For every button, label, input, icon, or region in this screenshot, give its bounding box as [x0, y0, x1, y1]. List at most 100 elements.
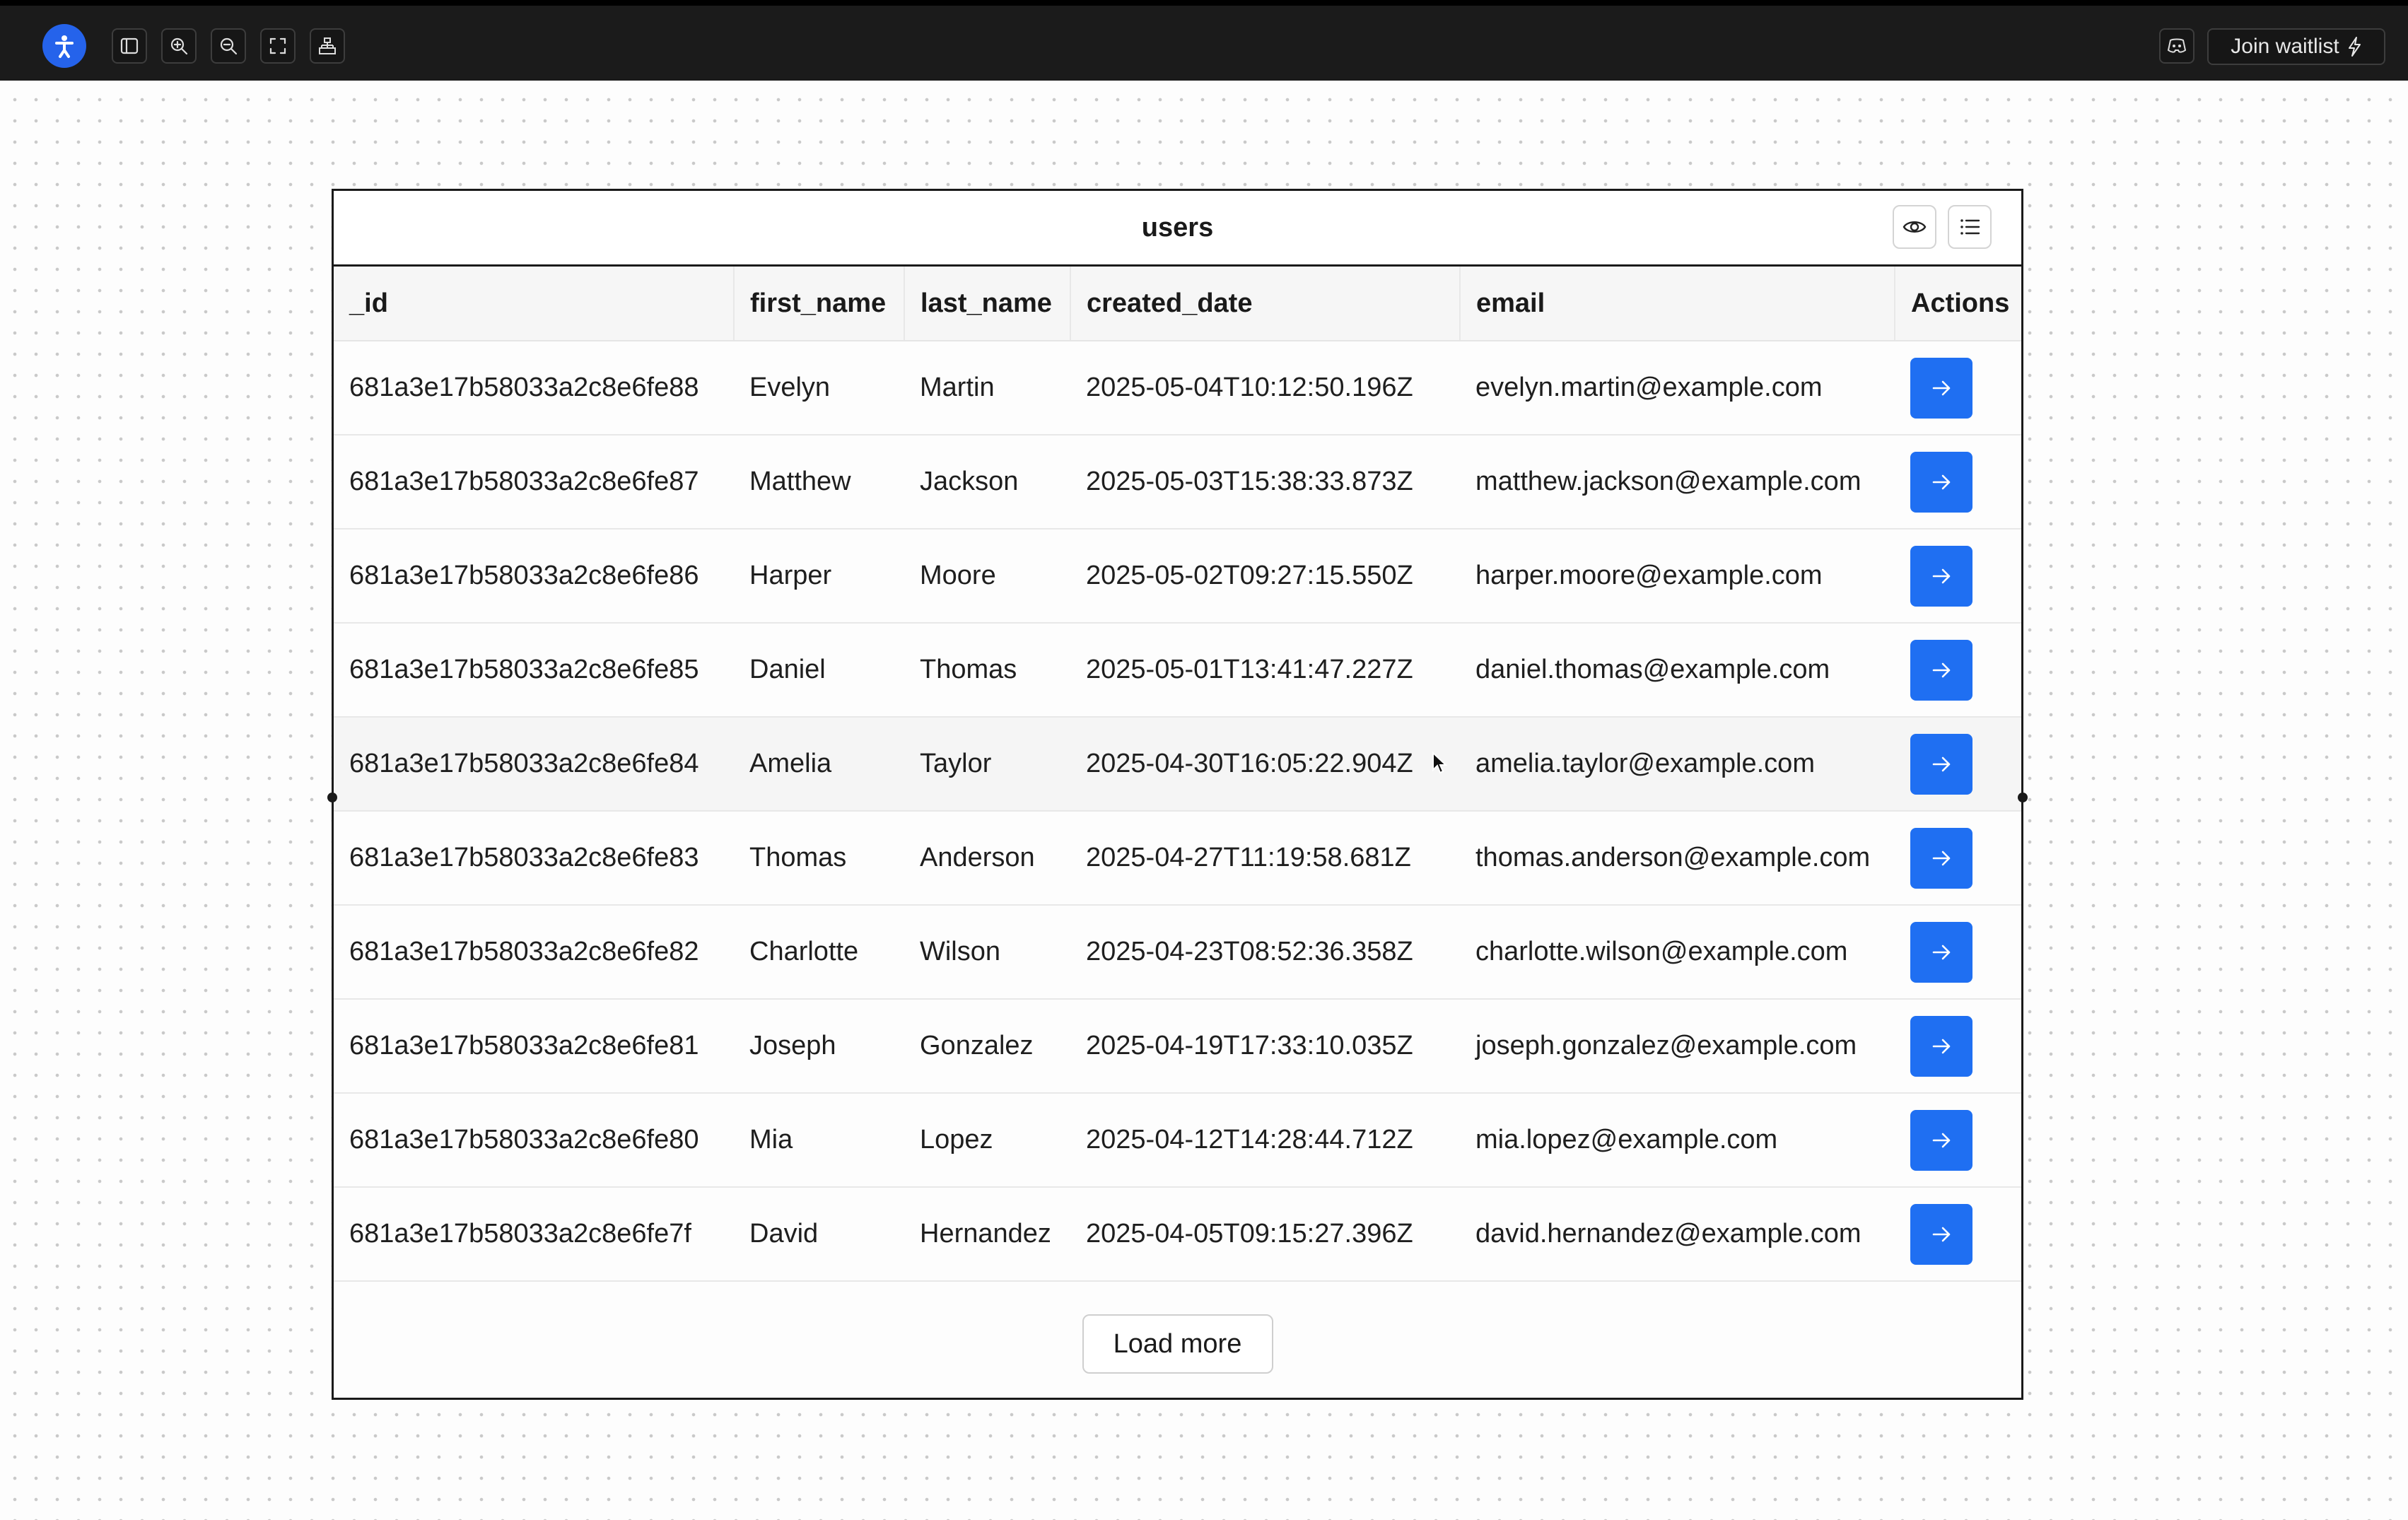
table-title: users: [1141, 212, 1214, 242]
open-row-button[interactable]: [1910, 827, 1972, 889]
open-row-button[interactable]: [1910, 357, 1972, 419]
arrow-right-icon: [1932, 850, 1951, 865]
arrow-right-icon: [1932, 474, 1951, 489]
email-cell: harper.moore@example.com: [1460, 529, 1895, 624]
open-row-button[interactable]: [1910, 639, 1972, 701]
email-cell: thomas.anderson@example.com: [1460, 811, 1895, 906]
toggle-visibility-button[interactable]: [1893, 205, 1936, 249]
table-row[interactable]: 681a3e17b58033a2c8e6fe83 Thomas Anderson 20…: [334, 811, 2021, 906]
fullscreen-icon: [269, 37, 286, 54]
first-name-cell: Harper: [734, 529, 904, 624]
eye-icon: [1903, 221, 1927, 233]
open-row-button[interactable]: [1910, 1015, 1972, 1077]
accessibility-person-icon: [55, 35, 74, 58]
table-row[interactable]: 681a3e17b58033a2c8e6fe85 Daniel Thomas 2025…: [334, 623, 2021, 718]
actions-cell: [1895, 1187, 2021, 1282]
created-date-cell: 2025-04-27T11:19:58.681Z: [1070, 811, 1460, 906]
last-name-cell: Lopez: [904, 1093, 1070, 1188]
last-name-cell: Martin: [904, 341, 1070, 435]
table-row[interactable]: 681a3e17b58033a2c8e6fe80 Mia Lopez 2025-04-…: [334, 1093, 2021, 1188]
table-title-bar: users: [334, 191, 2021, 267]
first-name-cell: Charlotte: [734, 905, 904, 1000]
hierarchy-icon: [319, 37, 336, 54]
created-date-cell: 2025-04-12T14:28:44.712Z: [1070, 1093, 1460, 1188]
lightning-icon: [2348, 37, 2361, 57]
mouse-cursor-icon: [1432, 752, 1447, 774]
table-row[interactable]: 681a3e17b58033a2c8e6fe7f David Hernandez 20…: [334, 1187, 2021, 1282]
last-name-cell: Wilson: [904, 905, 1070, 1000]
created-date-cell: 2025-05-03T15:38:33.873Z: [1070, 435, 1460, 530]
load-more-button[interactable]: Load more: [1082, 1314, 1273, 1374]
arrow-right-icon: [1932, 1227, 1951, 1241]
created-date-cell: 2025-05-02T09:27:15.550Z: [1070, 529, 1460, 624]
table-row[interactable]: 681a3e17b58033a2c8e6fe82 Charlotte Wilson 2…: [334, 905, 2021, 1000]
table-row[interactable]: 681a3e17b58033a2c8e6fe84 Amelia Taylor 2025…: [334, 717, 2021, 812]
right-resize-handle[interactable]: [2018, 793, 2028, 802]
list-icon: [1960, 219, 1980, 235]
app-logo[interactable]: [42, 24, 86, 68]
discord-button[interactable]: [2159, 28, 2194, 64]
first-name-cell: Mia: [734, 1093, 904, 1188]
col-email-header[interactable]: email: [1459, 267, 1895, 341]
users-table-panel: users _id first_name last_name created_date…: [327, 189, 2028, 1400]
table-row[interactable]: 681a3e17b58033a2c8e6fe87 Matthew Jackson 20…: [334, 435, 2021, 530]
table-row[interactable]: 681a3e17b58033a2c8e6fe86 Harper Moore 2025-…: [334, 529, 2021, 624]
open-row-button[interactable]: [1910, 733, 1972, 795]
open-row-button[interactable]: [1910, 1109, 1972, 1171]
left-resize-handle[interactable]: [327, 793, 337, 802]
id-cell: 681a3e17b58033a2c8e6fe87: [334, 435, 734, 530]
arrow-right-icon: [1932, 1039, 1951, 1053]
actions-cell: [1895, 435, 2021, 530]
list-view-button[interactable]: [1948, 205, 1992, 249]
open-row-button[interactable]: [1910, 451, 1972, 513]
open-row-button[interactable]: [1910, 1203, 1972, 1265]
zoom-out-icon: [220, 37, 238, 55]
arrow-right-icon: [1932, 756, 1951, 771]
first-name-cell: Joseph: [734, 999, 904, 1094]
first-name-cell: Matthew: [734, 435, 904, 530]
last-name-cell: Hernandez: [904, 1187, 1070, 1282]
actions-cell: [1895, 341, 2021, 435]
table-row[interactable]: 681a3e17b58033a2c8e6fe88 Evelyn Martin 2025…: [334, 341, 2021, 435]
col-first-name-header[interactable]: first_name: [733, 267, 904, 341]
col-actions-header[interactable]: Actions: [1894, 267, 2021, 341]
load-more-container: Load more: [334, 1282, 2021, 1406]
first-name-cell: David: [734, 1187, 904, 1282]
arrow-right-icon: [1932, 1133, 1951, 1147]
zoom-in-button[interactable]: [161, 28, 197, 64]
arrow-right-icon: [1932, 945, 1951, 959]
last-name-cell: Anderson: [904, 811, 1070, 906]
email-cell: daniel.thomas@example.com: [1460, 623, 1895, 718]
col-created-date-header[interactable]: created_date: [1070, 267, 1460, 341]
id-cell: 681a3e17b58033a2c8e6fe81: [334, 999, 734, 1094]
id-cell: 681a3e17b58033a2c8e6fe85: [334, 623, 734, 718]
users-table: _id first_name last_name created_date email A…: [334, 267, 2021, 1282]
created-date-cell: 2025-04-19T17:33:10.035Z: [1070, 999, 1460, 1094]
created-date-cell: 2025-04-23T08:52:36.358Z: [1070, 905, 1460, 1000]
col-last-name-header[interactable]: last_name: [904, 267, 1070, 341]
open-row-button[interactable]: [1910, 545, 1972, 607]
fullscreen-button[interactable]: [260, 28, 296, 64]
join-waitlist-button[interactable]: Join waitlist: [2207, 28, 2385, 65]
id-cell: 681a3e17b58033a2c8e6fe86: [334, 529, 734, 624]
email-cell: mia.lopez@example.com: [1460, 1093, 1895, 1188]
id-cell: 681a3e17b58033a2c8e6fe82: [334, 905, 734, 1000]
first-name-cell: Evelyn: [734, 341, 904, 435]
col-id-header[interactable]: _id: [334, 267, 734, 341]
created-date-cell: 2025-05-04T10:12:50.196Z: [1070, 341, 1460, 435]
id-cell: 681a3e17b58033a2c8e6fe84: [334, 717, 734, 812]
table-row[interactable]: 681a3e17b58033a2c8e6fe81 Joseph Gonzalez 20…: [334, 999, 2021, 1094]
zoom-out-button[interactable]: [211, 28, 246, 64]
last-name-cell: Jackson: [904, 435, 1070, 530]
actions-cell: [1895, 717, 2021, 812]
id-cell: 681a3e17b58033a2c8e6fe80: [334, 1093, 734, 1188]
open-row-button[interactable]: [1910, 921, 1972, 983]
last-name-cell: Thomas: [904, 623, 1070, 718]
email-cell: amelia.taylor@example.com: [1460, 717, 1895, 812]
hierarchy-button[interactable]: [310, 28, 345, 64]
id-cell: 681a3e17b58033a2c8e6fe88: [334, 341, 734, 435]
actions-cell: [1895, 623, 2021, 718]
last-name-cell: Gonzalez: [904, 999, 1070, 1094]
actions-cell: [1895, 905, 2021, 1000]
sidebar-toggle-button[interactable]: [112, 28, 147, 64]
